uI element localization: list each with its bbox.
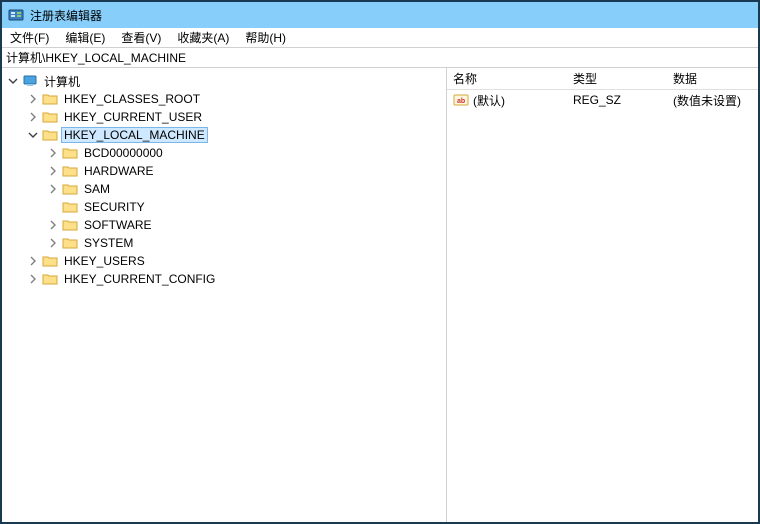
value-name: (默认)	[473, 92, 567, 109]
tree-security[interactable]: · SECURITY	[2, 198, 446, 216]
tree-label: SYSTEM	[82, 236, 135, 250]
titlebar[interactable]: 注册表编辑器	[2, 2, 758, 28]
tree-label: HARDWARE	[82, 164, 156, 178]
svg-text:ab: ab	[457, 98, 465, 105]
menu-file[interactable]: 文件(F)	[2, 28, 57, 48]
values-body: ab (默认) REG_SZ (数值未设置)	[447, 90, 758, 522]
app-icon	[8, 7, 24, 23]
tree-label: SECURITY	[82, 200, 147, 214]
chevron-down-icon[interactable]	[26, 128, 40, 142]
chevron-right-icon[interactable]	[26, 254, 40, 268]
value-row[interactable]: ab (默认) REG_SZ (数值未设置)	[447, 90, 758, 110]
tree-software[interactable]: SOFTWARE	[2, 216, 446, 234]
chevron-right-icon[interactable]	[46, 182, 60, 196]
content-area: 计算机 HKEY_CLASSES_ROOT	[2, 68, 758, 522]
folder-icon	[62, 199, 78, 215]
folder-icon	[62, 235, 78, 251]
tree-system[interactable]: SYSTEM	[2, 234, 446, 252]
string-value-icon: ab	[453, 92, 469, 108]
tree-label: HKEY_LOCAL_MACHINE	[62, 128, 207, 142]
tree-hku[interactable]: HKEY_USERS	[2, 252, 446, 270]
tree-hkcr[interactable]: HKEY_CLASSES_ROOT	[2, 90, 446, 108]
computer-icon	[22, 73, 38, 89]
regedit-window: 注册表编辑器 文件(F) 编辑(E) 查看(V) 收藏夹(A) 帮助(H) 计算…	[0, 0, 760, 524]
folder-icon	[62, 217, 78, 233]
menu-favorites[interactable]: 收藏夹(A)	[169, 28, 237, 48]
address-text: 计算机\HKEY_LOCAL_MACHINE	[6, 49, 186, 66]
tree-sam[interactable]: SAM	[2, 180, 446, 198]
tree-label: HKEY_USERS	[62, 254, 147, 268]
folder-icon	[42, 271, 58, 287]
window-title: 注册表编辑器	[30, 7, 102, 24]
tree-hkcc[interactable]: HKEY_CURRENT_CONFIG	[2, 270, 446, 288]
tree-pane[interactable]: 计算机 HKEY_CLASSES_ROOT	[2, 68, 447, 522]
address-bar[interactable]: 计算机\HKEY_LOCAL_MACHINE	[2, 48, 758, 68]
chevron-right-icon[interactable]	[46, 164, 60, 178]
tree-bcd[interactable]: BCD00000000	[2, 144, 446, 162]
folder-icon	[62, 181, 78, 197]
column-type[interactable]: 类型	[567, 68, 667, 90]
value-data: (数值未设置)	[667, 92, 758, 109]
menu-view[interactable]: 查看(V)	[113, 28, 169, 48]
tree-label: HKEY_CURRENT_CONFIG	[62, 272, 217, 286]
chevron-right-icon[interactable]	[26, 110, 40, 124]
tree-hklm[interactable]: HKEY_LOCAL_MACHINE	[2, 126, 446, 252]
chevron-right-icon[interactable]	[46, 146, 60, 160]
value-type: REG_SZ	[567, 93, 667, 107]
chevron-right-icon[interactable]	[26, 272, 40, 286]
chevron-right-icon[interactable]	[26, 92, 40, 106]
tree-label: SAM	[82, 182, 112, 196]
tree-hardware[interactable]: HARDWARE	[2, 162, 446, 180]
tree-label: BCD00000000	[82, 146, 165, 160]
column-name[interactable]: 名称	[447, 68, 567, 90]
tree-root[interactable]: 计算机 HKEY_CLASSES_ROOT	[2, 72, 446, 288]
values-header: 名称 类型 数据	[447, 68, 758, 90]
folder-icon	[62, 163, 78, 179]
tree-label: 计算机	[42, 73, 82, 90]
menu-edit[interactable]: 编辑(E)	[57, 28, 113, 48]
tree-hkcu[interactable]: HKEY_CURRENT_USER	[2, 108, 446, 126]
tree-label: HKEY_CURRENT_USER	[62, 110, 204, 124]
values-pane[interactable]: 名称 类型 数据 ab (默认) REG_SZ (数值未设置)	[447, 68, 758, 522]
folder-icon	[42, 91, 58, 107]
tree-label: HKEY_CLASSES_ROOT	[62, 92, 202, 106]
menu-help[interactable]: 帮助(H)	[237, 28, 294, 48]
folder-icon	[42, 109, 58, 125]
tree-label: SOFTWARE	[82, 218, 154, 232]
chevron-right-icon[interactable]	[46, 236, 60, 250]
chevron-right-icon[interactable]	[46, 218, 60, 232]
column-data[interactable]: 数据	[667, 68, 758, 90]
folder-icon	[62, 145, 78, 161]
folder-icon	[42, 253, 58, 269]
menubar: 文件(F) 编辑(E) 查看(V) 收藏夹(A) 帮助(H)	[2, 28, 758, 48]
folder-icon	[42, 127, 58, 143]
chevron-down-icon[interactable]	[6, 74, 20, 88]
